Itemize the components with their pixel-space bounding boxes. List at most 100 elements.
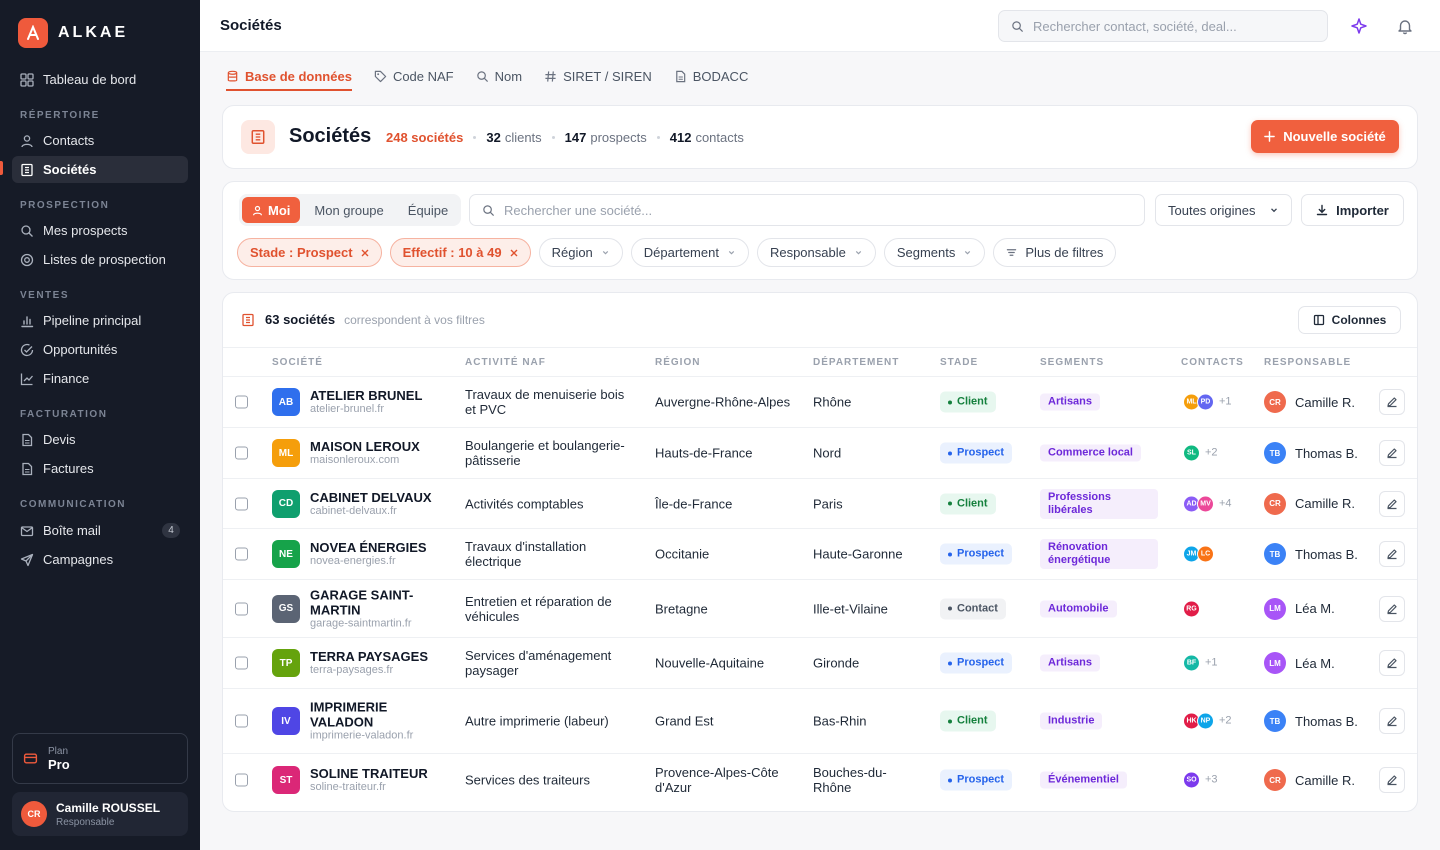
new-company-button[interactable]: Nouvelle société: [1251, 120, 1399, 153]
contacts-stack[interactable]: JM LC: [1183, 545, 1214, 563]
bell-icon[interactable]: [1396, 17, 1414, 35]
global-search-input[interactable]: Rechercher contact, société, deal...: [998, 10, 1328, 42]
row-checkbox[interactable]: [235, 714, 248, 728]
table-row[interactable]: AB ATELIER BRUNEL atelier-brunel.fr Travaux…: [223, 377, 1417, 428]
company-cell[interactable]: ATELIER BRUNEL atelier-brunel.fr: [310, 388, 450, 416]
edit-button[interactable]: [1379, 440, 1405, 466]
sidebar-item-dashboard[interactable]: Tableau de bord: [12, 66, 188, 93]
table-row[interactable]: IV IMPRIMERIE VALADON imprimerie-valadon.f…: [223, 689, 1417, 754]
column-header[interactable]: RESPONSABLE: [1264, 357, 1351, 368]
plan-card[interactable]: Plan Pro: [12, 733, 188, 784]
contacts-stack[interactable]: BF +1: [1183, 654, 1218, 672]
import-button[interactable]: Importer: [1301, 194, 1404, 226]
table-row[interactable]: NE NOVEA ÉNERGIES novea-energies.fr Travaux…: [223, 529, 1417, 580]
responsable[interactable]: CR Camille R.: [1264, 769, 1355, 791]
column-header[interactable]: ACTIVITÉ NAF: [465, 357, 546, 368]
responsable[interactable]: TB Thomas B.: [1264, 543, 1358, 565]
contacts-stack[interactable]: HK NP +2: [1183, 712, 1232, 730]
company-name[interactable]: GARAGE SAINT-MARTIN: [310, 587, 450, 617]
contacts-stack[interactable]: AD MV +4: [1183, 495, 1232, 512]
contacts-stack[interactable]: ML PD +1: [1183, 393, 1232, 411]
tab-code-naf[interactable]: Code NAF: [374, 64, 454, 91]
column-header[interactable]: SEGMENTS: [1040, 357, 1104, 368]
brand[interactable]: ALKAE: [18, 18, 128, 48]
edit-button[interactable]: [1379, 389, 1405, 415]
responsable[interactable]: LM Léa M.: [1264, 652, 1335, 674]
origin-select[interactable]: Toutes origines: [1155, 194, 1292, 226]
edit-button[interactable]: [1379, 541, 1405, 567]
sidebar-item-mes-prospects[interactable]: Mes prospects: [12, 217, 188, 244]
responsable[interactable]: TB Thomas B.: [1264, 442, 1358, 464]
row-checkbox[interactable]: [235, 602, 248, 615]
edit-button[interactable]: [1379, 490, 1405, 517]
sidebar-item-factures[interactable]: Factures: [12, 455, 188, 482]
table-row[interactable]: ST SOLINE TRAITEUR soline-traiteur.fr Servi…: [223, 754, 1417, 806]
column-header[interactable]: STADE: [940, 357, 978, 368]
sidebar-item-finance[interactable]: Finance: [12, 365, 188, 392]
user-profile[interactable]: CR Camille ROUSSEL Responsable: [12, 792, 188, 836]
responsable[interactable]: CR Camille R.: [1264, 492, 1355, 515]
chip-responsable[interactable]: Responsable: [756, 238, 876, 267]
column-header[interactable]: SOCIÉTÉ: [272, 357, 323, 368]
company-cell[interactable]: GARAGE SAINT-MARTIN garage-saintmartin.fr: [310, 587, 450, 630]
tab-nom[interactable]: Nom: [476, 64, 522, 91]
chip-segments[interactable]: Segments: [883, 238, 986, 267]
company-name[interactable]: CABINET DELVAUX: [310, 490, 450, 505]
sidebar-item-listes[interactable]: Listes de prospection: [12, 246, 188, 273]
company-name[interactable]: MAISON LEROUX: [310, 439, 450, 454]
company-cell[interactable]: SOLINE TRAITEUR soline-traiteur.fr: [310, 766, 450, 794]
sidebar-item-devis[interactable]: Devis: [12, 426, 188, 453]
responsable[interactable]: TB Thomas B.: [1264, 710, 1358, 732]
table-row[interactable]: GS GARAGE SAINT-MARTIN garage-saintmartin.…: [223, 580, 1417, 638]
close-icon[interactable]: [361, 249, 369, 257]
sidebar-item-mail[interactable]: Boîte mail 4: [12, 517, 188, 544]
company-cell[interactable]: TERRA PAYSAGES terra-paysages.fr: [310, 649, 450, 677]
sidebar-item-opportunites[interactable]: Opportunités: [12, 336, 188, 363]
company-cell[interactable]: NOVEA ÉNERGIES novea-energies.fr: [310, 540, 450, 568]
responsable[interactable]: LM Léa M.: [1264, 597, 1335, 620]
row-checkbox[interactable]: [235, 446, 248, 460]
column-header[interactable]: CONTACTS: [1181, 357, 1244, 368]
sidebar-item-contacts[interactable]: Contacts: [12, 127, 188, 154]
column-header[interactable]: DÉPARTEMENT: [813, 357, 899, 368]
contacts-stack[interactable]: SO +3: [1183, 771, 1218, 789]
close-icon[interactable]: [510, 249, 518, 257]
company-name[interactable]: NOVEA ÉNERGIES: [310, 540, 450, 555]
chip-region[interactable]: Région: [538, 238, 623, 267]
company-name[interactable]: SOLINE TRAITEUR: [310, 766, 450, 781]
tab-bodacc[interactable]: BODACC: [674, 64, 748, 91]
chip-stade[interactable]: Stade : Prospect: [237, 238, 382, 267]
company-cell[interactable]: IMPRIMERIE VALADON imprimerie-valadon.fr: [310, 700, 450, 743]
scope-equipe[interactable]: Équipe: [398, 197, 458, 223]
company-cell[interactable]: MAISON LEROUX maisonleroux.com: [310, 439, 450, 467]
sidebar-item-campagnes[interactable]: Campagnes: [12, 546, 188, 573]
column-header[interactable]: RÉGION: [655, 357, 700, 368]
tab-siret[interactable]: SIRET / SIREN: [544, 64, 652, 91]
scope-mon-groupe[interactable]: Mon groupe: [304, 197, 393, 223]
scope-moi[interactable]: Moi: [242, 197, 301, 223]
chip-departement[interactable]: Département: [630, 238, 749, 267]
table-row[interactable]: CD CABINET DELVAUX cabinet-delvaux.fr Activ…: [223, 479, 1417, 529]
edit-button[interactable]: [1379, 767, 1405, 793]
edit-button[interactable]: [1379, 595, 1405, 622]
responsable[interactable]: CR Camille R.: [1264, 391, 1355, 413]
row-checkbox[interactable]: [235, 395, 248, 409]
company-cell[interactable]: CABINET DELVAUX cabinet-delvaux.fr: [310, 490, 450, 518]
company-name[interactable]: IMPRIMERIE VALADON: [310, 700, 450, 730]
sparkle-icon[interactable]: [1350, 17, 1368, 35]
chip-more-filters[interactable]: Plus de filtres: [993, 238, 1117, 267]
table-row[interactable]: TP TERRA PAYSAGES terra-paysages.fr Service…: [223, 638, 1417, 689]
tab-base-de-donnees[interactable]: Base de données: [226, 64, 352, 91]
row-checkbox[interactable]: [235, 773, 248, 787]
company-name[interactable]: ATELIER BRUNEL: [310, 388, 450, 403]
row-checkbox[interactable]: [235, 497, 248, 510]
row-checkbox[interactable]: [235, 656, 248, 670]
sidebar-item-societes[interactable]: Sociétés: [12, 156, 188, 183]
chip-effectif[interactable]: Effectif : 10 à 49: [389, 238, 531, 267]
company-name[interactable]: TERRA PAYSAGES: [310, 649, 450, 664]
table-row[interactable]: ML MAISON LEROUX maisonleroux.com Boulanger…: [223, 428, 1417, 479]
contacts-stack[interactable]: RG: [1183, 600, 1200, 617]
columns-button[interactable]: Colonnes: [1298, 306, 1401, 334]
edit-button[interactable]: [1379, 708, 1405, 734]
edit-button[interactable]: [1379, 650, 1405, 676]
